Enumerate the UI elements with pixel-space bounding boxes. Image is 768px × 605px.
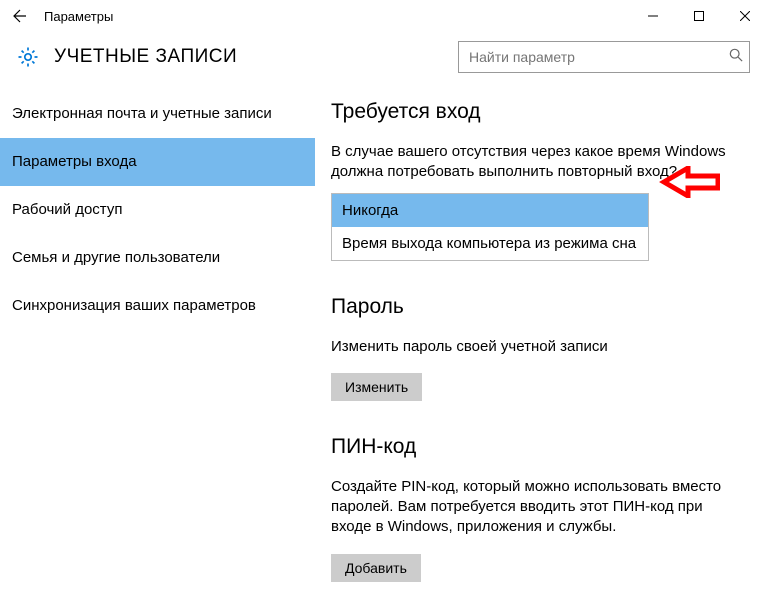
pin-heading: ПИН-код xyxy=(331,435,744,459)
close-icon xyxy=(740,11,750,21)
back-button[interactable] xyxy=(0,0,40,32)
minimize-button[interactable] xyxy=(630,0,676,32)
search-input[interactable] xyxy=(459,42,749,72)
pin-description: Создайте PIN-код, который можно использо… xyxy=(331,477,744,538)
sidebar-item-family-users[interactable]: Семья и другие пользователи xyxy=(0,234,315,282)
sidebar: Электронная почта и учетные записи Парам… xyxy=(0,82,315,605)
dropdown-option-sleep[interactable]: Время выхода компьютера из режима сна xyxy=(332,227,648,260)
maximize-icon xyxy=(694,11,704,21)
password-block: Пароль Изменить пароль своей учетной зап… xyxy=(331,295,744,401)
signin-required-block: Требуется вход В случае вашего отсутстви… xyxy=(331,100,744,261)
maximize-button[interactable] xyxy=(676,0,722,32)
dropdown-option-never[interactable]: Никогда xyxy=(332,194,648,227)
main-content: Требуется вход В случае вашего отсутстви… xyxy=(315,82,768,605)
minimize-icon xyxy=(648,11,658,21)
sidebar-item-sync-settings[interactable]: Синхронизация ваших параметров xyxy=(0,282,315,330)
settings-gear-icon xyxy=(8,45,48,69)
password-description: Изменить пароль своей учетной записи xyxy=(331,337,744,357)
page-title: УЧЕТНЫЕ ЗАПИСИ xyxy=(48,46,458,68)
sidebar-item-email-accounts[interactable]: Электронная почта и учетные записи xyxy=(0,90,315,138)
search-icon xyxy=(729,48,743,66)
sidebar-item-signin-options[interactable]: Параметры входа xyxy=(0,138,315,186)
back-arrow-icon xyxy=(12,8,28,24)
signin-timeout-dropdown[interactable]: Никогда Время выхода компьютера из режим… xyxy=(331,193,649,261)
pin-block: ПИН-код Создайте PIN-код, который можно … xyxy=(331,435,744,582)
body: Электронная почта и учетные записи Парам… xyxy=(0,82,768,605)
annotation-arrow-icon xyxy=(658,166,720,202)
signin-heading: Требуется вход xyxy=(331,100,744,124)
sidebar-item-work-access[interactable]: Рабочий доступ xyxy=(0,186,315,234)
window-title: Параметры xyxy=(40,9,113,24)
header-row: УЧЕТНЫЕ ЗАПИСИ xyxy=(0,32,768,82)
change-password-button[interactable]: Изменить xyxy=(331,373,422,401)
close-button[interactable] xyxy=(722,0,768,32)
password-heading: Пароль xyxy=(331,295,744,319)
add-pin-button[interactable]: Добавить xyxy=(331,554,421,582)
titlebar: Параметры xyxy=(0,0,768,32)
search-box[interactable] xyxy=(458,41,750,73)
